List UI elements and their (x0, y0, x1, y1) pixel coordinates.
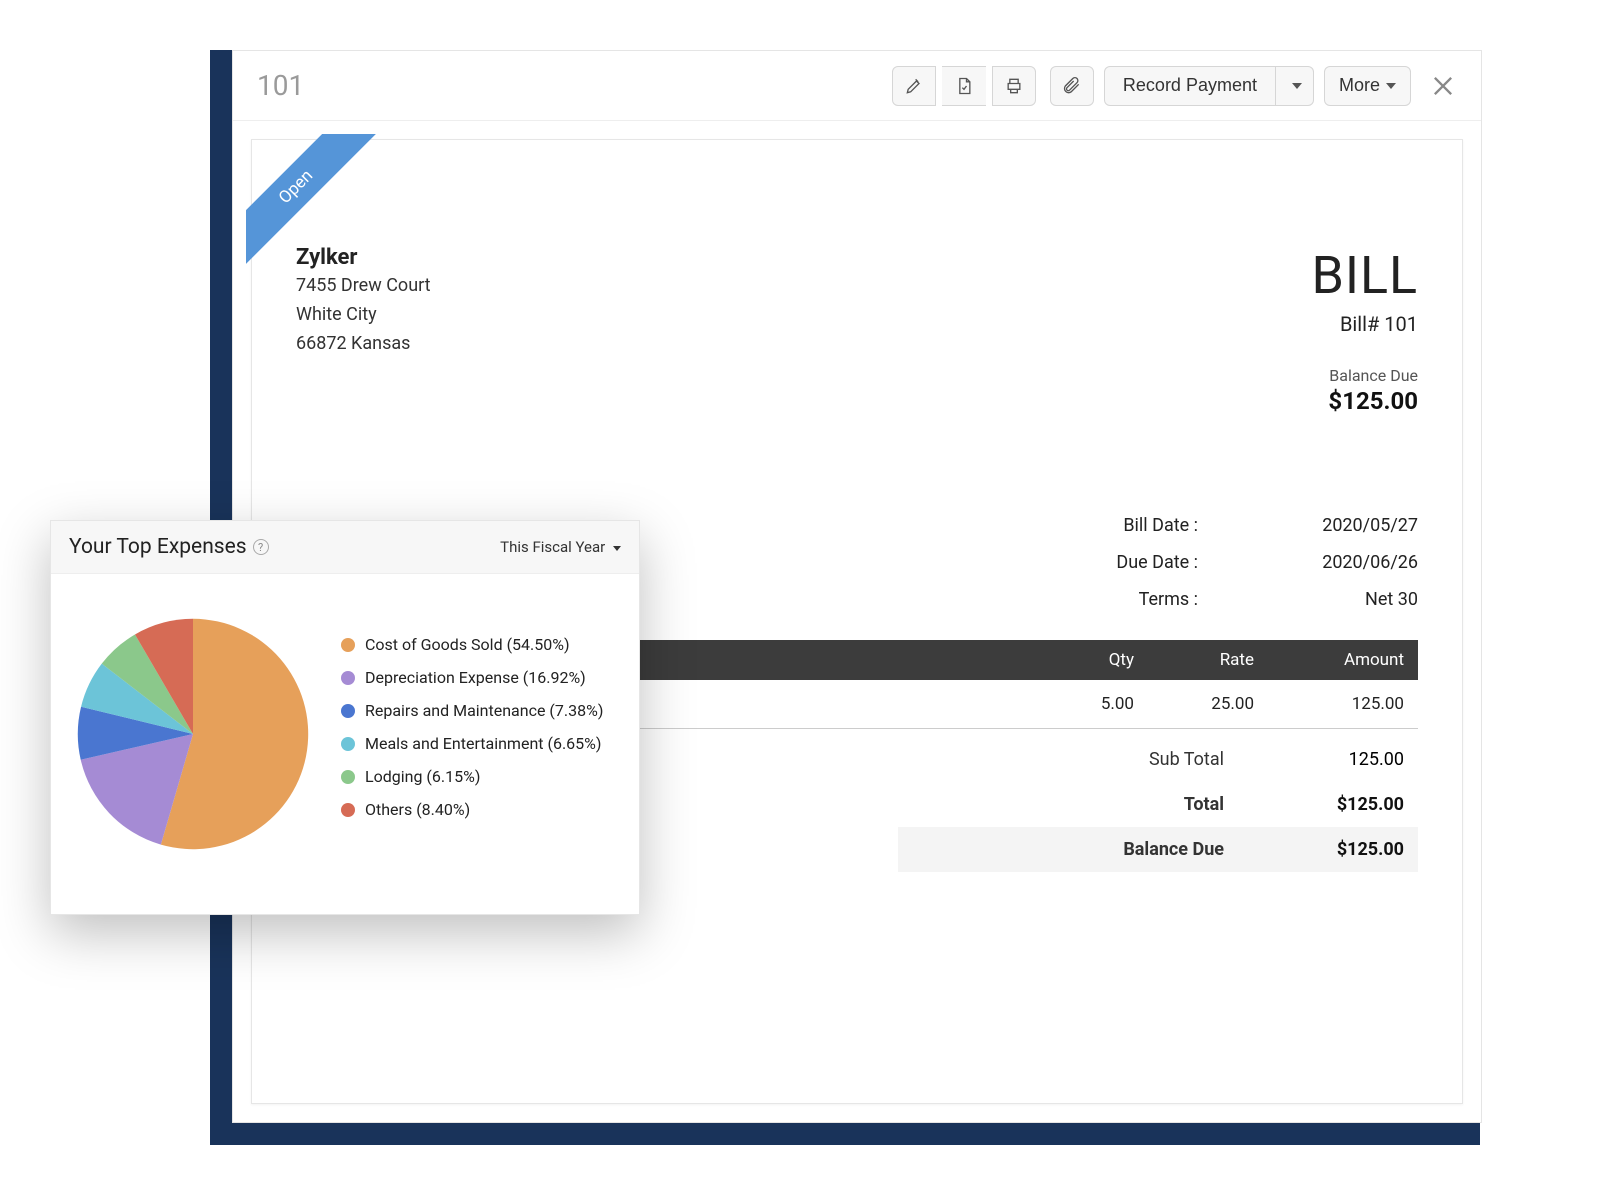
cell-rate: 25.00 (1134, 694, 1254, 714)
document-header: Zylker 7455 Drew Court White City 66872 … (296, 245, 1418, 415)
legend-item[interactable]: Cost of Goods Sold (54.50%) (341, 635, 603, 654)
meta-val: 2020/05/27 (1258, 515, 1418, 536)
subtotal-label: Sub Total (964, 749, 1224, 770)
total-value: $125.00 (1224, 794, 1404, 815)
widget-title: Your Top Expenses ? (69, 535, 269, 559)
meta-val: 2020/06/26 (1258, 552, 1418, 573)
vendor-block: Zylker 7455 Drew Court White City 66872 … (296, 245, 431, 415)
meta-key: Bill Date : (1048, 515, 1198, 536)
col-amount: Amount (1254, 650, 1404, 670)
vendor-name: Zylker (296, 245, 431, 270)
record-payment-split: Record Payment (1104, 66, 1314, 106)
col-rate: Rate (1134, 650, 1254, 670)
legend-item[interactable]: Meals and Entertainment (6.65%) (341, 734, 603, 753)
meta-key: Terms : (1048, 589, 1198, 610)
caret-down-icon (1386, 83, 1396, 89)
caret-down-icon (613, 546, 621, 551)
widget-title-text: Your Top Expenses (69, 535, 247, 559)
legend-item[interactable]: Repairs and Maintenance (7.38%) (341, 701, 603, 720)
vendor-addr3: 66872 Kansas (296, 330, 431, 357)
legend-swatch (341, 803, 355, 817)
widget-filter[interactable]: This Fiscal Year (500, 538, 621, 556)
chart-legend: Cost of Goods Sold (54.50%) Depreciation … (341, 635, 603, 833)
legend-swatch (341, 770, 355, 784)
close-icon (1429, 72, 1457, 100)
pdf-icon (954, 76, 974, 96)
meta-val: Net 30 (1258, 589, 1418, 610)
vendor-addr2: White City (296, 301, 431, 328)
action-group (892, 66, 1036, 106)
balance-due-value: $125.00 (1224, 839, 1404, 860)
col-qty: Qty (1024, 650, 1134, 670)
total-row: Total $125.00 (898, 782, 1418, 827)
print-icon (1004, 76, 1024, 96)
balance-value: $125.00 (1311, 387, 1418, 415)
total-label: Total (964, 794, 1224, 815)
legend-swatch (341, 704, 355, 718)
pencil-icon (904, 76, 924, 96)
close-button[interactable] (1429, 72, 1457, 100)
pie-chart (73, 614, 313, 854)
legend-label: Others (8.40%) (365, 800, 470, 819)
toolbar: 101 Record Payment More (233, 51, 1481, 121)
more-label: More (1339, 75, 1380, 96)
more-button[interactable]: More (1324, 66, 1411, 106)
help-icon[interactable]: ? (253, 539, 269, 555)
caret-down-icon (1292, 83, 1302, 89)
widget-filter-label: This Fiscal Year (500, 538, 605, 556)
legend-swatch (341, 671, 355, 685)
balance-label: Balance Due (1311, 366, 1418, 385)
bill-number: Bill# 101 (1311, 312, 1418, 336)
legend-swatch (341, 737, 355, 751)
record-payment-button[interactable]: Record Payment (1104, 66, 1276, 106)
subtotal-row: Sub Total 125.00 (898, 737, 1418, 782)
legend-label: Depreciation Expense (16.92%) (365, 668, 586, 687)
legend-label: Meals and Entertainment (6.65%) (365, 734, 601, 753)
legend-swatch (341, 638, 355, 652)
subtotal-value: 125.00 (1224, 749, 1404, 770)
legend-label: Lodging (6.15%) (365, 767, 480, 786)
paperclip-icon (1062, 76, 1082, 96)
meta-key: Due Date : (1048, 552, 1198, 573)
widget-body: Cost of Goods Sold (54.50%) Depreciation … (51, 574, 639, 914)
pdf-button[interactable] (942, 66, 986, 106)
bill-title: BILL (1311, 245, 1418, 306)
legend-label: Cost of Goods Sold (54.50%) (365, 635, 570, 654)
cell-qty: 5.00 (1024, 694, 1134, 714)
attach-button[interactable] (1050, 66, 1094, 106)
print-button[interactable] (992, 66, 1036, 106)
edit-button[interactable] (892, 66, 936, 106)
vendor-addr1: 7455 Drew Court (296, 272, 431, 299)
top-expenses-widget: Your Top Expenses ? This Fiscal Year Cos… (50, 520, 640, 915)
widget-header: Your Top Expenses ? This Fiscal Year (51, 521, 639, 574)
record-payment-caret[interactable] (1276, 66, 1314, 106)
cell-amount: 125.00 (1254, 694, 1404, 714)
balance-due-row: Balance Due $125.00 (898, 827, 1418, 872)
page-title: 101 (257, 69, 304, 102)
legend-item[interactable]: Lodging (6.15%) (341, 767, 603, 786)
legend-item[interactable]: Depreciation Expense (16.92%) (341, 668, 603, 687)
balance-due-label: Balance Due (964, 839, 1224, 860)
legend-label: Repairs and Maintenance (7.38%) (365, 701, 603, 720)
bill-head-right: BILL Bill# 101 Balance Due $125.00 (1311, 245, 1418, 415)
legend-item[interactable]: Others (8.40%) (341, 800, 603, 819)
